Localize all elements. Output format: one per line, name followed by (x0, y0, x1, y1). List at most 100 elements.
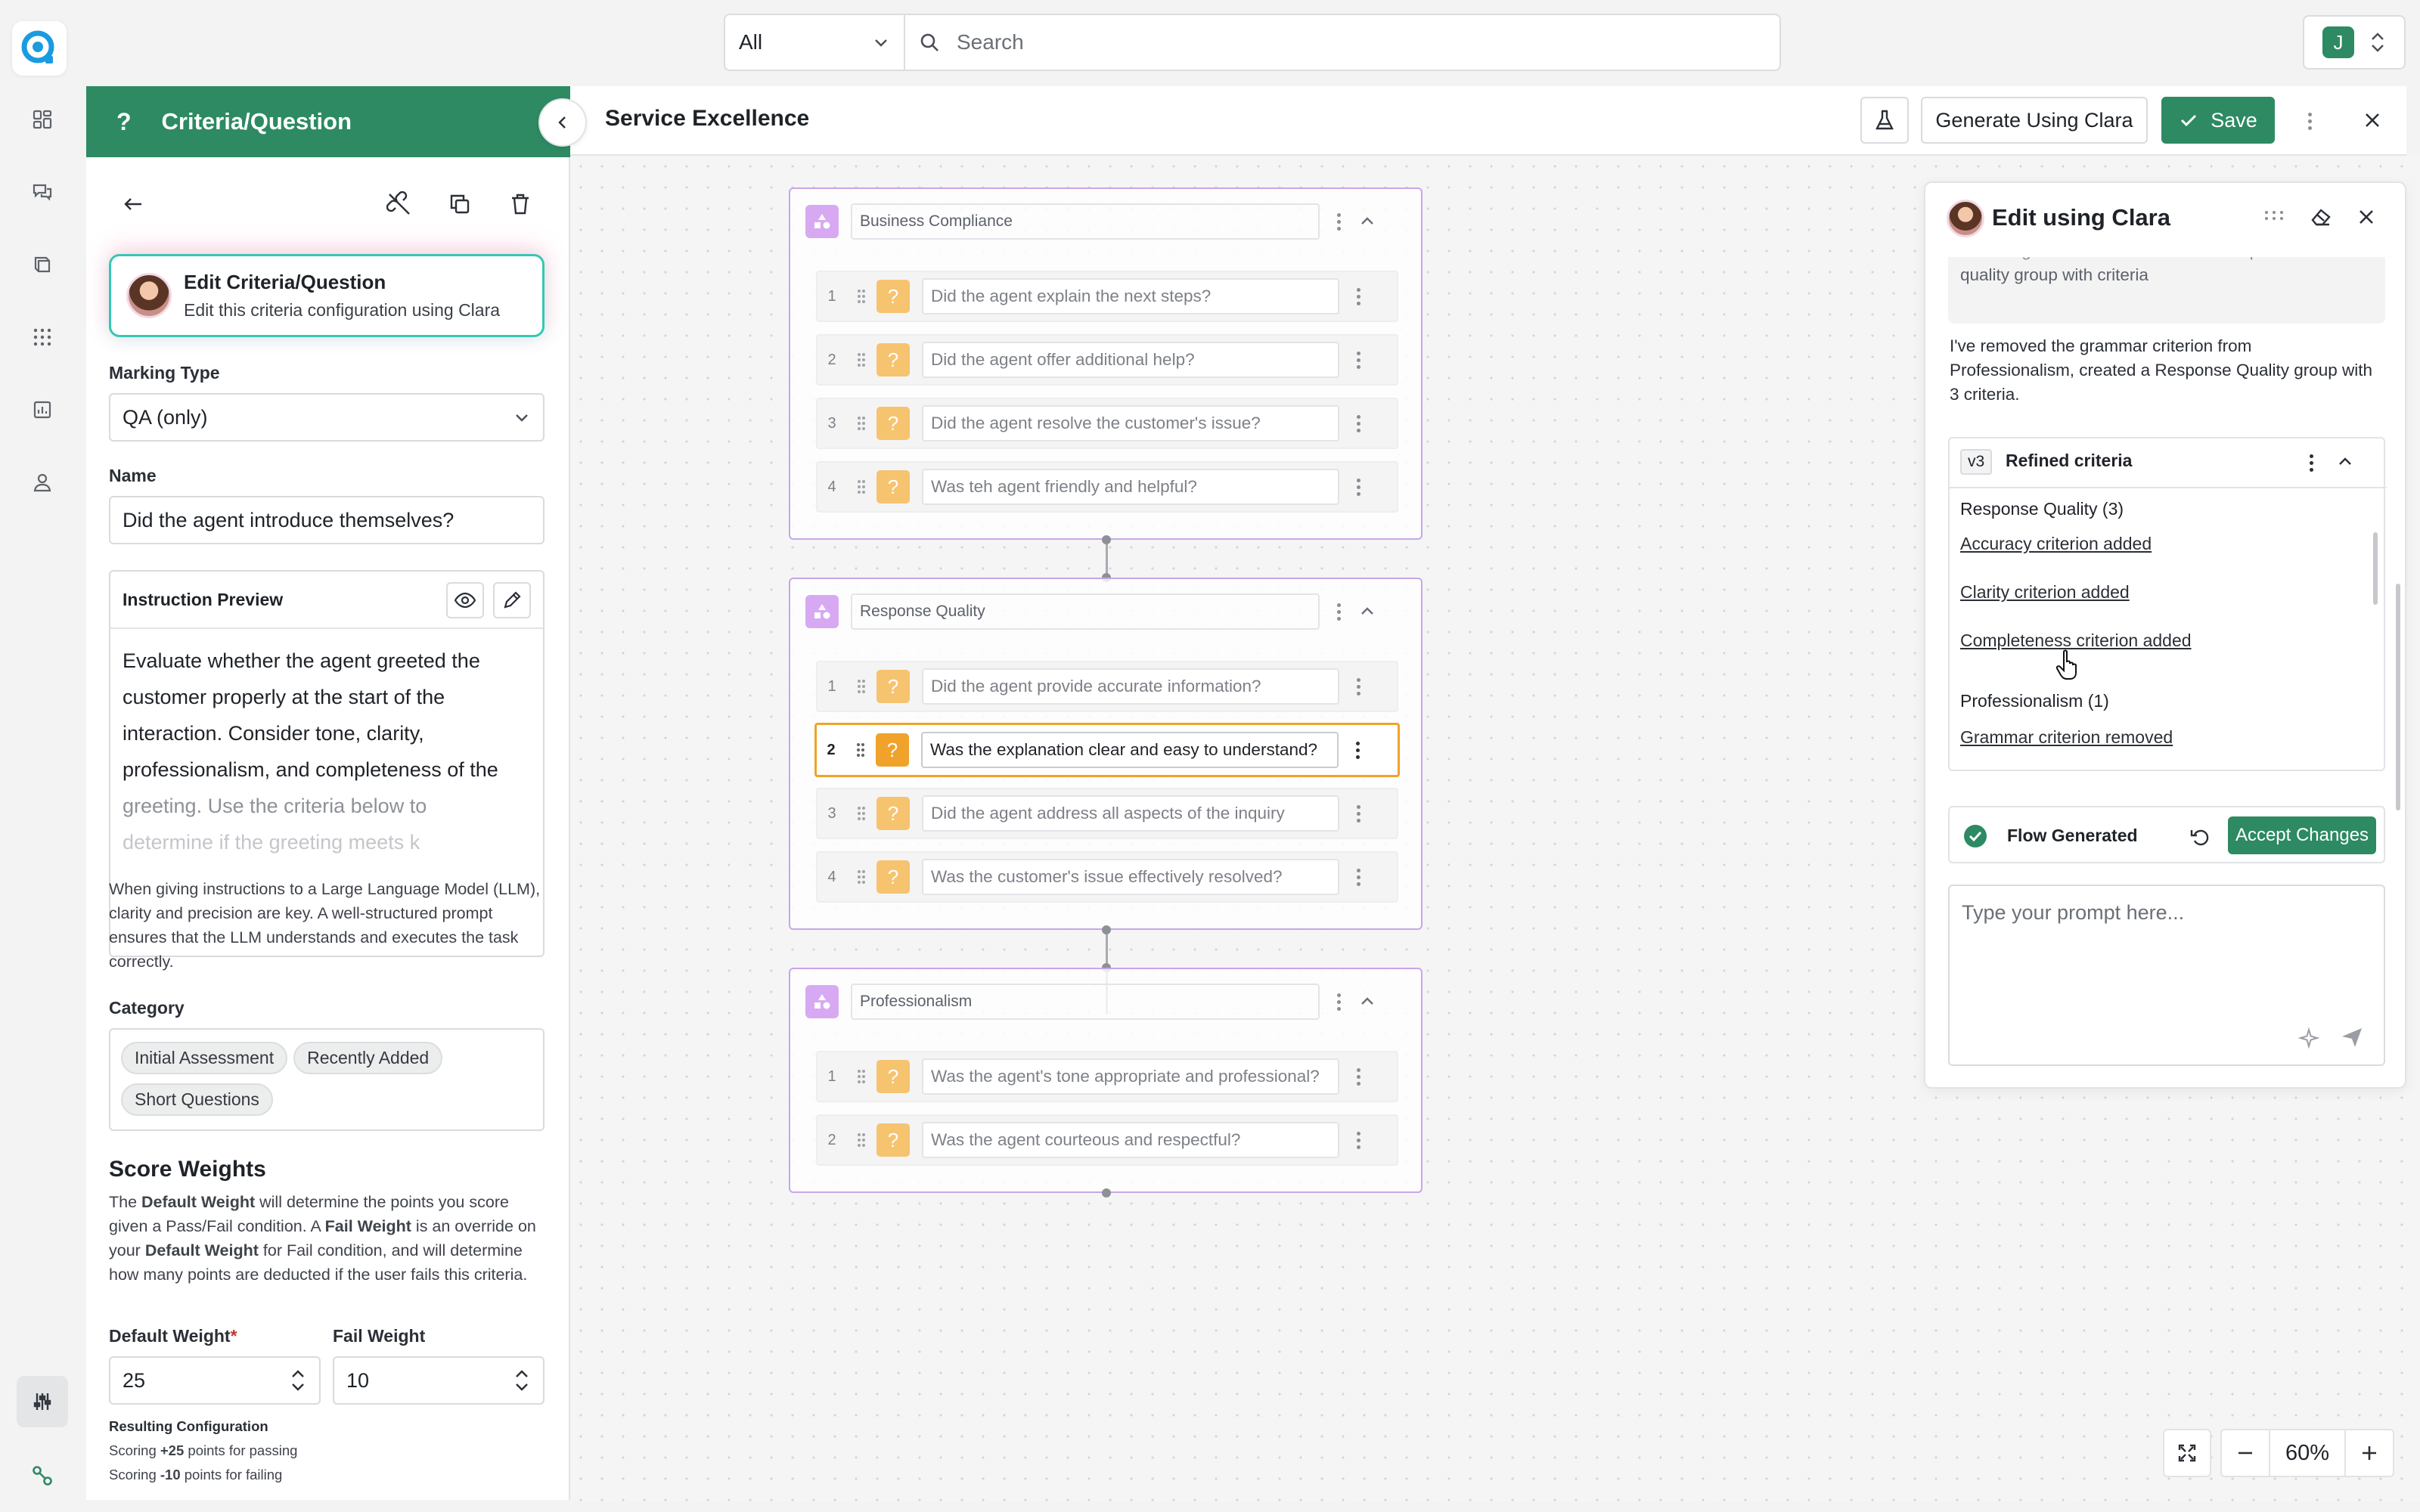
apps-grid-icon[interactable] (17, 311, 68, 363)
question-more-icon[interactable] (1339, 1061, 1377, 1092)
back-arrow-icon[interactable] (118, 189, 148, 219)
drag-handle-icon[interactable] (846, 1132, 876, 1148)
drag-handle-icon[interactable] (845, 742, 876, 758)
question-more-icon[interactable] (1339, 671, 1377, 702)
question-text[interactable]: Was the explanation clear and easy to un… (921, 732, 1339, 768)
question-more-icon[interactable] (1339, 735, 1376, 765)
drag-handle-icon[interactable] (846, 805, 876, 822)
marking-type-select[interactable]: QA (only) (109, 393, 544, 442)
group-more-icon[interactable] (1320, 987, 1357, 1017)
sparkle-icon[interactable] (2297, 1027, 2320, 1049)
courses-icon[interactable] (17, 239, 68, 290)
name-input[interactable]: Did the agent introduce themselves? (109, 496, 544, 544)
search-input[interactable]: Search (905, 15, 1779, 70)
stepper-icon[interactable] (289, 1368, 307, 1393)
change-link[interactable]: Clarity criterion added (1960, 582, 2130, 603)
user-icon[interactable] (17, 457, 68, 508)
close-icon[interactable] (2356, 207, 2376, 227)
conversations-icon[interactable] (17, 166, 68, 218)
question-text[interactable]: Did the agent address all aspects of the… (922, 795, 1339, 832)
question-more-icon[interactable] (1339, 1125, 1377, 1155)
zoom-out-button[interactable] (2222, 1430, 2270, 1476)
group-name-input[interactable]: Business Compliance (851, 203, 1320, 240)
drag-handle-icon[interactable] (846, 869, 876, 885)
copy-icon[interactable] (445, 189, 475, 219)
zoom-in-button[interactable] (2344, 1430, 2393, 1476)
close-editor-icon[interactable] (2361, 109, 2384, 132)
app-logo[interactable] (12, 21, 67, 76)
stepper-icon[interactable] (513, 1368, 531, 1393)
question-row[interactable]: 2 ? Was the agent courteous and respectf… (816, 1114, 1398, 1166)
chevron-up-icon[interactable] (1357, 212, 1377, 231)
chevron-up-icon[interactable] (2335, 452, 2355, 472)
edit-instruction-button[interactable] (493, 582, 531, 618)
question-text[interactable]: Did the agent offer additional help? (922, 342, 1339, 378)
criteria-group[interactable]: Professionalism 1 ? Was the agent's tone… (789, 968, 1423, 1193)
drag-handle-icon[interactable] (846, 1068, 876, 1085)
category-chips[interactable]: Initial Assessment Recently Added Short Q… (109, 1028, 544, 1131)
prompt-input[interactable]: Type your prompt here... (1948, 885, 2385, 1066)
fit-view-button[interactable] (2163, 1429, 2211, 1477)
chevron-up-icon[interactable] (1357, 992, 1377, 1012)
more-options-icon[interactable] (2302, 107, 2317, 135)
question-row[interactable]: 4 ? Was teh agent friendly and helpful? (816, 461, 1398, 513)
edit-with-clara-card[interactable]: Edit Criteria/Question Edit this criteri… (109, 254, 544, 337)
category-chip[interactable]: Short Questions (121, 1083, 273, 1116)
category-chip[interactable]: Initial Assessment (121, 1042, 288, 1074)
test-flask-button[interactable] (1860, 97, 1909, 144)
category-chip[interactable]: Recently Added (293, 1042, 443, 1074)
drag-handle-icon[interactable] (846, 415, 876, 432)
panel-scrollbar[interactable] (2396, 584, 2400, 810)
question-text[interactable]: Did the agent provide accurate informati… (922, 668, 1339, 705)
instruction-text[interactable]: Evaluate whether the agent greeted the c… (123, 643, 498, 860)
question-row[interactable]: 3 ? Did the agent address all aspects of… (816, 788, 1398, 839)
workflow-icon[interactable] (17, 1450, 68, 1501)
reports-icon[interactable] (17, 384, 68, 435)
dashboard-icon[interactable] (17, 94, 68, 145)
unlink-icon[interactable] (384, 189, 414, 219)
question-more-icon[interactable] (1339, 408, 1377, 438)
save-button[interactable]: Save (2161, 97, 2275, 144)
question-text[interactable]: Was the customer's issue effectively res… (922, 859, 1339, 895)
criteria-group[interactable]: Business Compliance 1 ? Did the agent ex… (789, 187, 1423, 540)
question-text[interactable]: Was the agent's tone appropriate and pro… (922, 1058, 1339, 1095)
fail-weight-input[interactable]: 10 (333, 1356, 544, 1405)
drag-handle-icon[interactable] (846, 479, 876, 495)
group-name-input[interactable]: Professionalism (851, 984, 1320, 1020)
account-switcher[interactable]: J (2303, 15, 2406, 70)
drag-handle-icon[interactable] (846, 352, 876, 368)
question-more-icon[interactable] (1339, 345, 1377, 375)
question-row[interactable]: 1 ? Did the agent provide accurate infor… (816, 661, 1398, 712)
question-more-icon[interactable] (1339, 472, 1377, 502)
group-more-icon[interactable] (1320, 206, 1357, 237)
group-more-icon[interactable] (1320, 596, 1357, 627)
trash-icon[interactable] (505, 189, 535, 219)
drag-handle-icon[interactable] (846, 288, 876, 305)
question-row[interactable]: 2 ? Did the agent offer additional help? (816, 334, 1398, 386)
default-weight-input[interactable]: 25 (109, 1356, 321, 1405)
question-row[interactable]: 1 ? Did the agent explain the next steps… (816, 271, 1398, 322)
question-more-icon[interactable] (1339, 281, 1377, 311)
question-row[interactable]: 4 ? Was the customer's issue effectively… (816, 851, 1398, 903)
preview-toggle-button[interactable] (446, 582, 484, 618)
change-link[interactable]: Completeness criterion added (1960, 631, 2192, 651)
question-row[interactable]: 1 ? Was the agent's tone appropriate and… (816, 1051, 1398, 1102)
search-scope-select[interactable]: All (725, 15, 905, 70)
chat-scroll-area[interactable]: remove grammar criterion and add respons… (1948, 257, 2385, 339)
chevron-up-icon[interactable] (1357, 602, 1377, 621)
question-row-selected[interactable]: 2 ? Was the explanation clear and easy t… (814, 723, 1400, 777)
question-text[interactable]: Did the agent explain the next steps? (922, 278, 1339, 314)
drag-dots-icon[interactable] (2264, 210, 2284, 221)
question-more-icon[interactable] (1339, 798, 1377, 829)
question-row[interactable]: 3 ? Did the agent resolve the customer's… (816, 398, 1398, 449)
drag-handle-icon[interactable] (846, 678, 876, 695)
collapse-panel-button[interactable] (538, 98, 587, 147)
criteria-group[interactable]: Response Quality 1 ? Did the agent provi… (789, 578, 1423, 930)
settings-sliders-icon[interactable] (17, 1376, 68, 1427)
scrollbar-thumb[interactable] (2373, 532, 2378, 605)
question-text[interactable]: Was the agent courteous and respectful? (922, 1122, 1339, 1158)
change-link[interactable]: Accuracy criterion added (1960, 534, 2152, 554)
question-more-icon[interactable] (1339, 862, 1377, 892)
undo-icon[interactable] (2189, 826, 2211, 848)
send-icon[interactable] (2340, 1025, 2364, 1049)
